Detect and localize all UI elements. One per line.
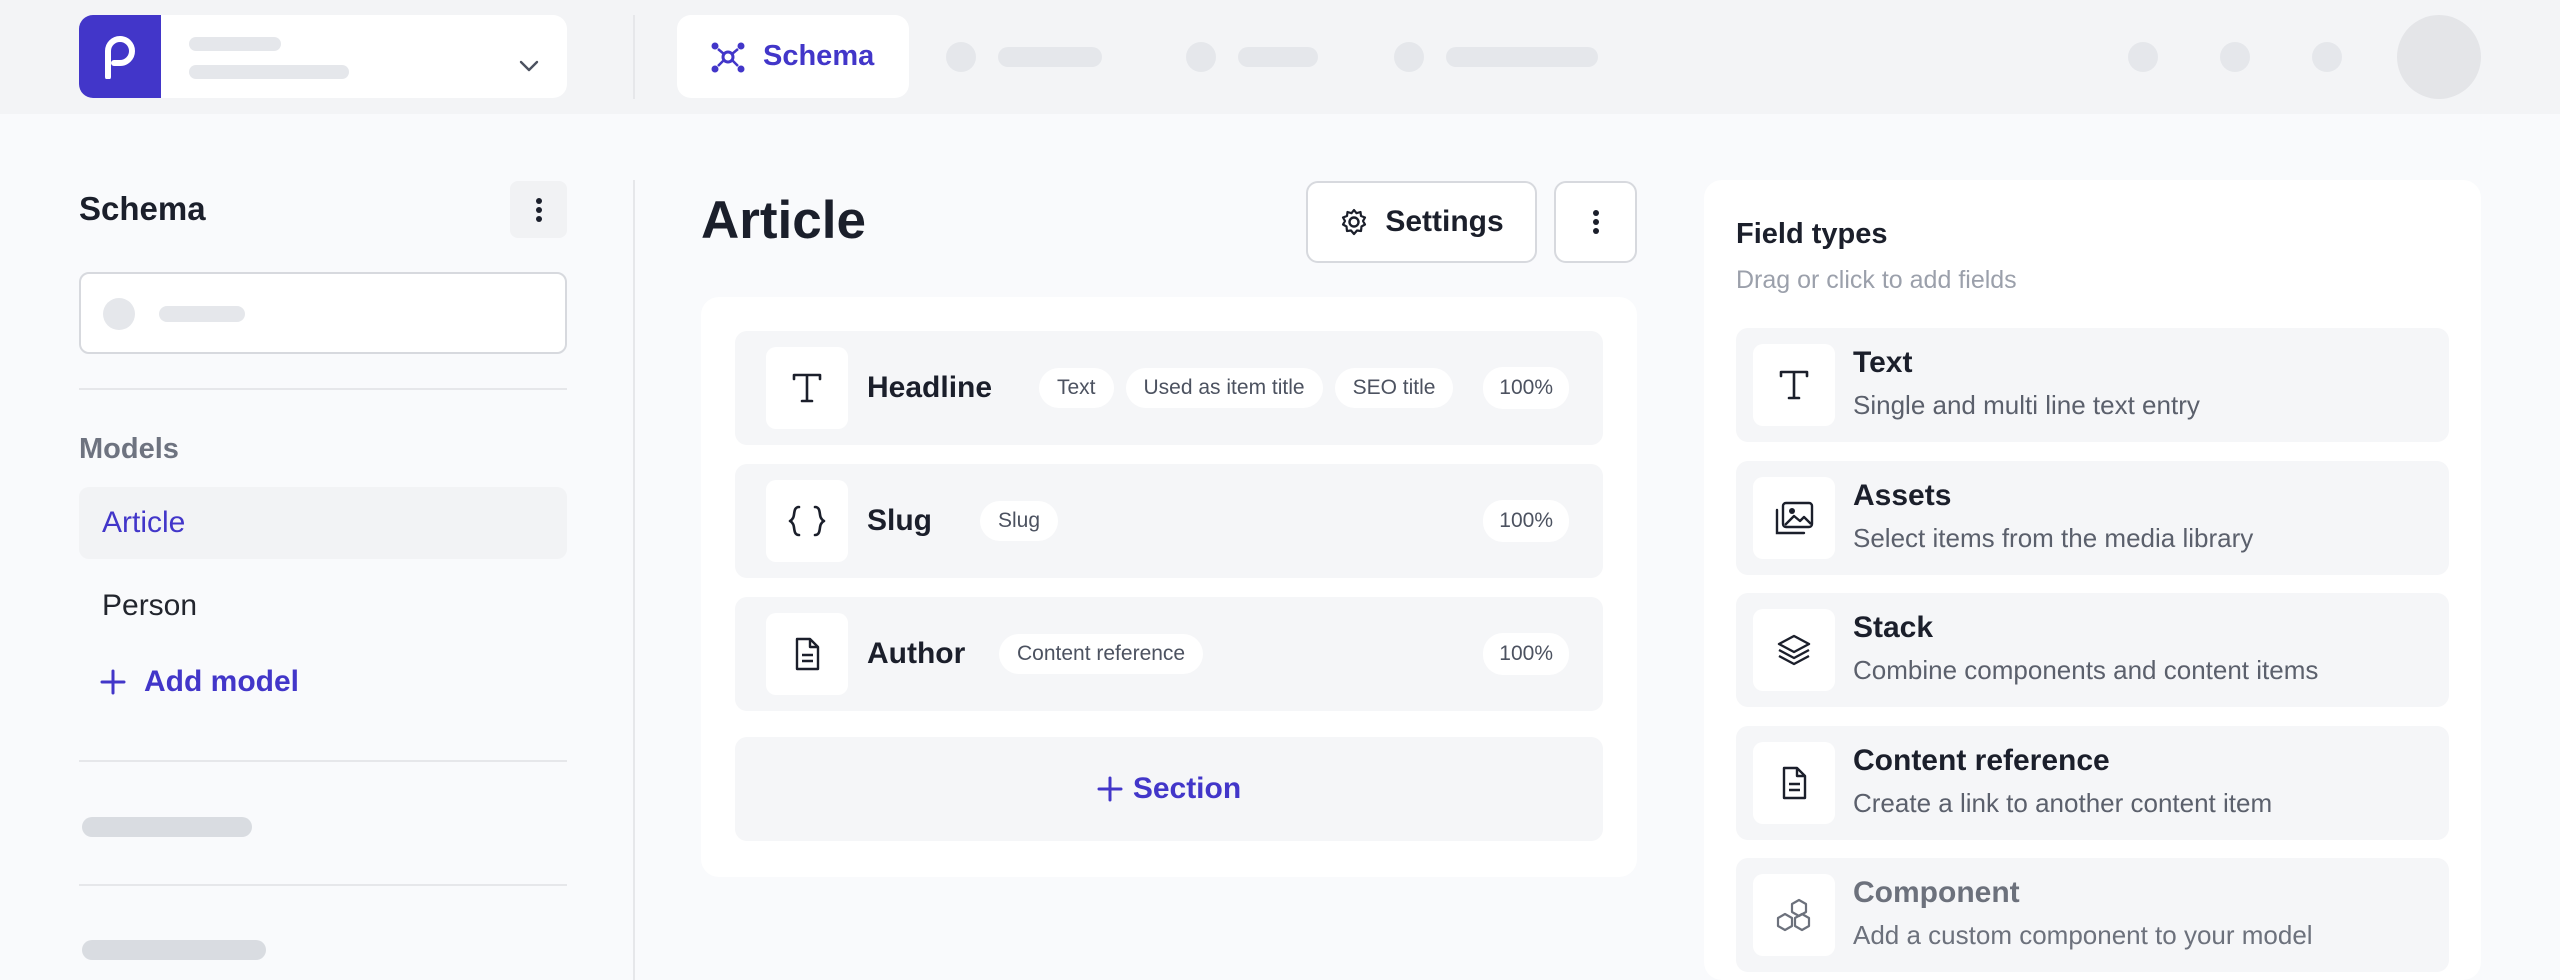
project-sub-placeholder	[189, 65, 349, 79]
nav-tab-label-placeholder[interactable]	[1238, 47, 1318, 67]
field-tags: Slug	[980, 464, 1059, 578]
nav-tab-label-placeholder[interactable]	[1446, 47, 1598, 67]
field-types-title: Field types	[1736, 218, 1888, 250]
field-tag: Used as item title	[1125, 368, 1323, 408]
field-type-content-reference[interactable]: Content reference Create a link to anoth…	[1736, 726, 2449, 840]
divider	[633, 15, 635, 99]
field-type-description: Add a custom component to your model	[1853, 920, 2313, 950]
chevron-down-icon[interactable]	[518, 59, 540, 73]
cubes-icon	[1753, 874, 1835, 956]
search-placeholder	[159, 306, 245, 322]
field-completion-badge: 100%	[1483, 500, 1569, 542]
field-type-component[interactable]: Component Add a custom component to your…	[1736, 858, 2449, 972]
sidebar-item-label: Article	[102, 506, 186, 539]
project-name-placeholder	[189, 37, 281, 51]
nav-tab-icon-placeholder[interactable]	[946, 42, 976, 72]
field-tag: Content reference	[999, 634, 1204, 674]
field-types-subtitle: Drag or click to add fields	[1736, 266, 2017, 294]
tab-schema[interactable]: Schema	[677, 15, 909, 98]
field-type-text[interactable]: Text Single and multi line text entry	[1736, 328, 2449, 442]
fields-list: Headline Text Used as item title SEO tit…	[701, 297, 1637, 877]
add-section-button[interactable]: Section	[735, 737, 1603, 841]
field-type-name: Assets	[1853, 479, 1952, 512]
more-vertical-icon	[1592, 210, 1599, 234]
top-bar: Schema	[0, 0, 2560, 114]
images-icon	[1753, 477, 1835, 559]
settings-label: Settings	[1385, 205, 1504, 238]
field-type-name: Component	[1853, 876, 2020, 909]
field-type-description: Select items from the media library	[1853, 523, 2254, 553]
field-row-author[interactable]: Author Content reference 100%	[735, 597, 1603, 711]
nav-tab-icon-placeholder[interactable]	[1186, 42, 1216, 72]
divider	[79, 388, 567, 390]
models-label: Models	[79, 433, 179, 465]
field-name: Author	[867, 637, 966, 670]
tab-schema-label: Schema	[763, 40, 875, 72]
field-tags: Content reference	[999, 597, 1204, 711]
page-title: Article	[701, 191, 866, 250]
field-type-name: Stack	[1853, 611, 1934, 644]
document-icon	[766, 613, 848, 695]
gear-icon	[1342, 208, 1367, 236]
field-type-assets[interactable]: Assets Select items from the media libra…	[1736, 461, 2449, 575]
add-model-button[interactable]: Add model	[100, 665, 299, 699]
divider	[79, 760, 567, 762]
field-types-panel: Field types Drag or click to add fields …	[1704, 180, 2481, 980]
field-row-headline[interactable]: Headline Text Used as item title SEO tit…	[735, 331, 1603, 445]
header-action-placeholder[interactable]	[2220, 42, 2250, 72]
field-name: Slug	[867, 504, 932, 537]
field-type-description: Create a link to another content item	[1853, 788, 2273, 818]
layers-icon	[1753, 609, 1835, 691]
field-type-description: Combine components and content items	[1853, 655, 2319, 685]
sidebar-section-placeholder	[82, 940, 266, 960]
field-type-description: Single and multi line text entry	[1853, 390, 2200, 420]
settings-button[interactable]: Settings	[1306, 181, 1537, 263]
plus-icon	[100, 669, 126, 695]
divider	[633, 180, 635, 980]
brand-logo	[79, 15, 161, 98]
sidebar-menu-button[interactable]	[510, 181, 567, 238]
sidebar-title: Schema	[79, 190, 206, 227]
field-completion-badge: 100%	[1483, 633, 1569, 675]
logo-icon	[105, 35, 135, 79]
field-row-slug[interactable]: Slug Slug 100%	[735, 464, 1603, 578]
sidebar-item-article[interactable]: Article	[79, 487, 567, 559]
search-input[interactable]	[79, 272, 567, 354]
nav-tab-label-placeholder[interactable]	[998, 47, 1102, 67]
add-section-label: Section	[1132, 772, 1242, 805]
field-type-name: Content reference	[1853, 744, 2110, 777]
field-type-stack[interactable]: Stack Combine components and content ite…	[1736, 593, 2449, 707]
header-action-placeholder[interactable]	[2312, 42, 2342, 72]
divider	[79, 884, 567, 886]
text-icon	[766, 347, 848, 429]
plus-icon	[1097, 776, 1123, 802]
schema-icon	[711, 42, 745, 72]
search-icon	[103, 298, 135, 330]
avatar[interactable]	[2397, 15, 2481, 99]
field-type-name: Text	[1853, 346, 1913, 379]
sidebar-item-person[interactable]: Person	[79, 570, 567, 642]
more-options-button[interactable]	[1554, 181, 1637, 263]
header-action-placeholder[interactable]	[2128, 42, 2158, 72]
sidebar-section-placeholder	[82, 817, 252, 837]
text-icon	[1753, 344, 1835, 426]
braces-icon	[766, 480, 848, 562]
nav-tab-icon-placeholder[interactable]	[1394, 42, 1424, 72]
field-tags: Text Used as item title SEO title	[1039, 331, 1454, 445]
add-model-label: Add model	[144, 665, 299, 698]
sidebar-item-label: Person	[102, 589, 198, 622]
field-tag: SEO title	[1334, 368, 1454, 408]
field-tag: Text	[1039, 368, 1114, 408]
project-switcher[interactable]	[79, 15, 567, 98]
field-completion-badge: 100%	[1483, 367, 1569, 409]
document-icon	[1753, 742, 1835, 824]
field-name: Headline	[867, 371, 993, 404]
field-tag: Slug	[980, 501, 1059, 541]
more-vertical-icon	[535, 197, 542, 222]
